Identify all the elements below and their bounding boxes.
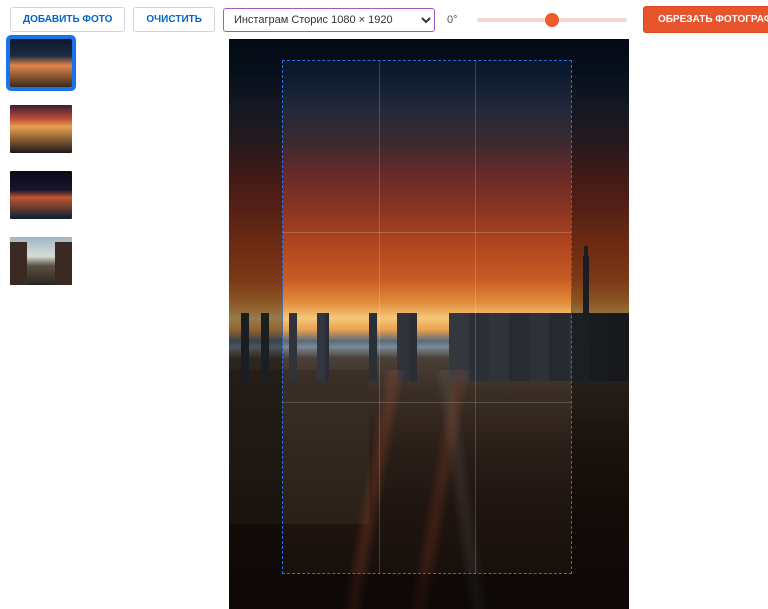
crop-box[interactable] — [283, 61, 571, 573]
grid-line — [283, 402, 571, 403]
preset-select[interactable]: Инстаграм Сторис 1080 × 1920 — [223, 8, 435, 32]
rotation-control: 0° — [447, 14, 627, 26]
editor-canvas[interactable] — [229, 39, 629, 609]
main-area — [0, 39, 768, 605]
editor-wrap — [90, 39, 768, 605]
preset-wrap: Инстаграм Сторис 1080 × 1920 — [223, 8, 435, 32]
thumbnail[interactable] — [10, 171, 72, 219]
thumbnail[interactable] — [10, 237, 72, 285]
crop-photos-button[interactable]: ОБРЕЗАТЬ ФОТОГРАФИИ — [643, 6, 768, 33]
clear-button[interactable]: ОЧИСТИТЬ — [133, 7, 215, 32]
thumbnail[interactable] — [10, 39, 72, 87]
top-toolbar: ДОБАВИТЬ ФОТО ОЧИСТИТЬ Инстаграм Сторис … — [0, 0, 768, 39]
grid-line — [283, 232, 571, 233]
grid-line — [475, 61, 476, 573]
rotation-label: 0° — [447, 14, 469, 26]
add-photo-button[interactable]: ДОБАВИТЬ ФОТО — [10, 7, 125, 32]
thumbnail[interactable] — [10, 105, 72, 153]
thumbnail-column — [0, 39, 90, 605]
grid-line — [379, 61, 380, 573]
rotation-slider[interactable] — [477, 18, 627, 22]
